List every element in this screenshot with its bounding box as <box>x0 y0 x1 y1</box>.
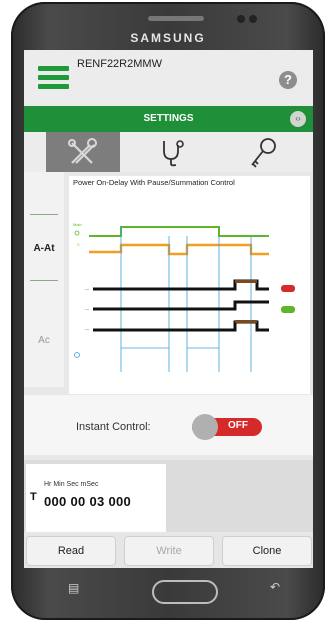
svg-text:—: — <box>85 306 89 311</box>
instant-control-row: Instant Control: OFF <box>24 395 313 455</box>
timer-card[interactable]: T Hr Min Sec mSec 000 00 03 000 <box>26 464 166 532</box>
status-tag-red <box>281 285 295 292</box>
instant-control-label: Instant Control: <box>76 421 151 433</box>
timer-letter: T <box>30 491 37 503</box>
tab-a-at[interactable]: A-At <box>24 243 64 254</box>
supply-label: Main <box>73 222 82 227</box>
control-label: S <box>77 242 80 247</box>
status-tag-green <box>281 306 295 313</box>
front-camera <box>249 15 257 23</box>
timing-chart: Main S — — — <box>73 222 295 372</box>
svg-text:—: — <box>85 286 89 291</box>
stethoscope-icon[interactable] <box>158 137 188 167</box>
settings-title: SETTINGS <box>143 113 194 124</box>
top-bar: RENF22R2MMW ? <box>24 50 313 105</box>
tool-tabs <box>24 132 313 172</box>
nav-bar: ▤ ↶ <box>24 575 313 605</box>
timer-value: 000 00 03 000 <box>44 494 132 509</box>
instant-control-toggle[interactable]: OFF <box>192 414 262 440</box>
svg-text:—: — <box>85 326 89 331</box>
function-tab-column: A-At Ac <box>24 172 64 387</box>
control-trace <box>89 243 269 256</box>
read-button[interactable]: Read <box>26 536 116 566</box>
brand-logo: SAMSUNG <box>130 31 206 45</box>
write-button[interactable]: Write <box>124 536 214 566</box>
clone-button[interactable]: Clone <box>222 536 312 566</box>
speaker-grille <box>148 16 204 21</box>
sensor <box>237 15 245 23</box>
action-bar: Read Write Clone <box>24 534 313 568</box>
key-icon[interactable] <box>248 137 278 169</box>
timer-units: Hr Min Sec mSec <box>44 481 99 488</box>
time-origin-icon <box>74 352 80 358</box>
settings-bar: SETTINGS ‹› <box>24 106 313 132</box>
back-icon[interactable]: ↶ <box>270 580 280 594</box>
supply-dot <box>74 230 80 236</box>
recent-apps-icon[interactable]: ▤ <box>68 581 79 595</box>
question-icon[interactable]: ? <box>279 71 297 89</box>
output-traces: — — — <box>85 279 269 332</box>
arrows-icon[interactable]: ‹› <box>290 111 306 127</box>
tab-ac[interactable]: Ac <box>24 335 64 346</box>
timing-diagram: Power On-Delay With Pause/Summation Cont… <box>69 176 310 394</box>
home-button[interactable] <box>152 580 218 604</box>
toggle-knob <box>192 414 218 440</box>
toggle-state: OFF <box>228 420 248 431</box>
menu-icon[interactable] <box>38 66 69 90</box>
timer-panel: T Hr Min Sec mSec 000 00 03 000 <box>24 460 313 532</box>
app-screen: RENF22R2MMW ? SETTINGS ‹› A-At Ac Power … <box>24 50 313 568</box>
tools-icon[interactable] <box>66 137 100 167</box>
device-name: RENF22R2MMW <box>77 58 162 70</box>
supply-trace <box>89 226 269 237</box>
